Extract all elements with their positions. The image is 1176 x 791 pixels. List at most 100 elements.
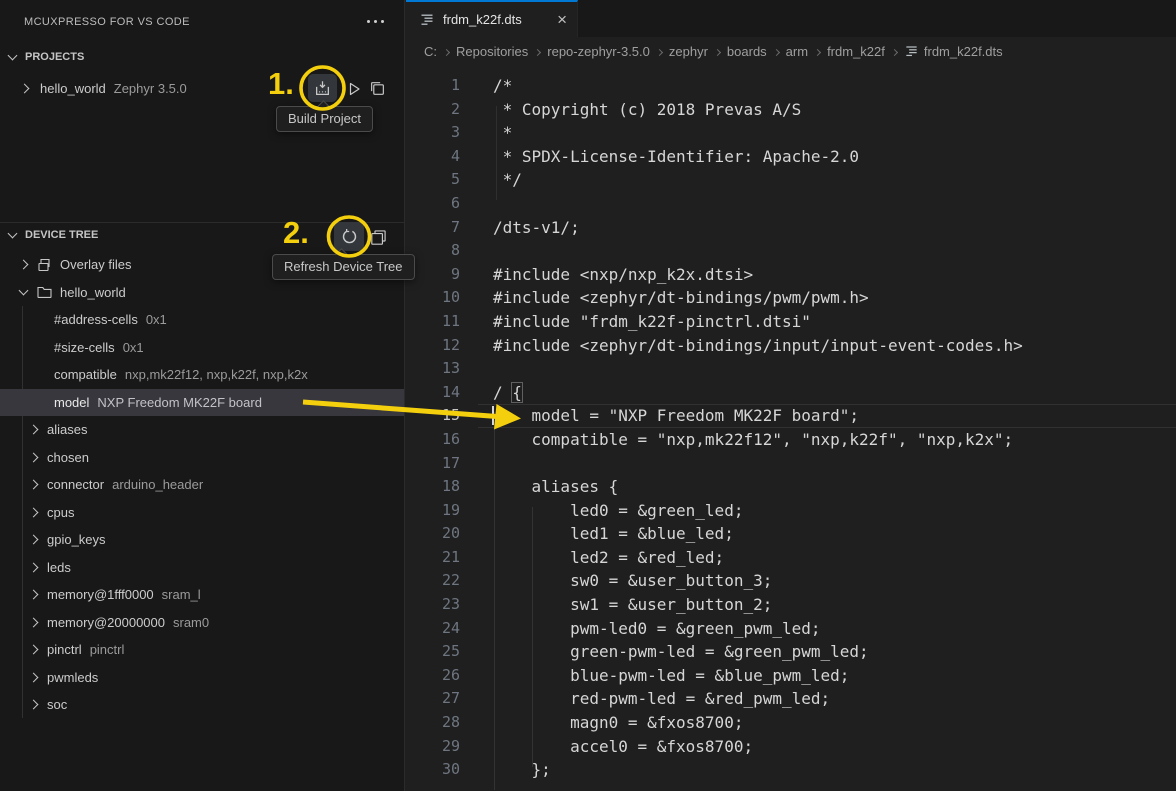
code-line-13[interactable]: 13: [406, 357, 1176, 381]
refresh-device-tree-tooltip: Refresh Device Tree: [272, 254, 415, 280]
chevron-right-icon[interactable]: [19, 260, 29, 270]
line-number: 7: [406, 216, 478, 240]
code-line-28[interactable]: 28 magn0 = &fxos8700;: [406, 711, 1176, 735]
project-item-hello-world[interactable]: hello_world Zephyr 3.5.0: [0, 74, 404, 102]
code-text: /dts-v1/;: [478, 216, 580, 240]
code-line-17[interactable]: 17: [406, 452, 1176, 476]
tree-item-memory-1fff0000[interactable]: memory@1fff0000sram_l: [0, 581, 404, 609]
code-line-11[interactable]: 11#include "frdm_k22f-pinctrl.dtsi": [406, 310, 1176, 334]
breadcrumb-item-label: frdm_k22f: [827, 44, 885, 59]
code-line-30[interactable]: 30 };: [406, 758, 1176, 782]
chevron-right-icon[interactable]: [29, 562, 39, 572]
breadcrumb-item[interactable]: arm: [786, 44, 808, 59]
more-actions-icon[interactable]: [367, 20, 384, 23]
tree-item-cpus[interactable]: cpus: [0, 499, 404, 527]
tree-item-description: 0x1: [123, 340, 144, 355]
tree-item-hello-world[interactable]: hello_world: [0, 279, 404, 307]
code-line-8[interactable]: 8: [406, 239, 1176, 263]
breadcrumb-separator-icon: [814, 48, 821, 55]
code-text: [478, 192, 493, 216]
tree-item-pwmleds[interactable]: pwmleds: [0, 664, 404, 692]
code-line-4[interactable]: 4 * SPDX-License-Identifier: Apache-2.0: [406, 145, 1176, 169]
close-icon[interactable]: ×: [557, 13, 567, 27]
code-line-10[interactable]: 10#include <zephyr/dt-bindings/pwm/pwm.h…: [406, 286, 1176, 310]
chevron-right-icon[interactable]: [29, 507, 39, 517]
chevron-right-icon[interactable]: [29, 535, 39, 545]
line-number: 19: [406, 499, 478, 523]
code-line-18[interactable]: 18 aliases {: [406, 475, 1176, 499]
tree-item-connector[interactable]: connectorarduino_header: [0, 471, 404, 499]
projects-section-header[interactable]: PROJECTS: [0, 46, 404, 68]
code-line-3[interactable]: 3 *: [406, 121, 1176, 145]
code-line-20[interactable]: 20 led1 = &blue_led;: [406, 522, 1176, 546]
code-text: model = "NXP Freedom MK22F board";: [478, 404, 859, 428]
chevron-right-icon[interactable]: [29, 672, 39, 682]
chevron-down-icon[interactable]: [8, 229, 18, 239]
code-line-24[interactable]: 24 pwm-led0 = &green_pwm_led;: [406, 617, 1176, 641]
tree-item-soc[interactable]: soc: [0, 691, 404, 719]
breadcrumb-item[interactable]: frdm_k22f.dts: [904, 44, 1003, 59]
line-number: 26: [406, 664, 478, 688]
code-line-25[interactable]: 25 green-pwm-led = &green_pwm_led;: [406, 640, 1176, 664]
code-line-16[interactable]: 16 compatible = "nxp,mk22f12", "nxp,k22f…: [406, 428, 1176, 452]
code-line-2[interactable]: 2 * Copyright (c) 2018 Prevas A/S: [406, 98, 1176, 122]
code-line-27[interactable]: 27 red-pwm-led = &red_pwm_led;: [406, 687, 1176, 711]
run-project-button[interactable]: [345, 80, 362, 97]
code-line-6[interactable]: 6: [406, 192, 1176, 216]
chevron-right-icon[interactable]: [29, 617, 39, 627]
line-number: 9: [406, 263, 478, 287]
open-window-button[interactable]: [369, 228, 387, 246]
copy-button[interactable]: [368, 79, 386, 97]
tree-item-aliases[interactable]: aliases: [0, 416, 404, 444]
code-line-9[interactable]: 9#include <nxp/nxp_k2x.dtsi>: [406, 263, 1176, 287]
code-line-15[interactable]: 15 model = "NXP Freedom MK22F board";: [406, 404, 1176, 428]
dts-file-icon: [904, 44, 919, 59]
code-line-22[interactable]: 22 sw0 = &user_button_3;: [406, 569, 1176, 593]
code-line-21[interactable]: 21 led2 = &red_led;: [406, 546, 1176, 570]
restore-window-icon: [370, 229, 387, 246]
code-line-5[interactable]: 5 */: [406, 168, 1176, 192]
code-line-1[interactable]: 1/*: [406, 74, 1176, 98]
tree-item-compatible[interactable]: compatiblenxp,mk22f12, nxp,k22f, nxp,k2x: [0, 361, 404, 389]
tree-item-leds[interactable]: leds: [0, 554, 404, 582]
tree-item-model[interactable]: modelNXP Freedom MK22F board: [0, 389, 404, 417]
chevron-right-icon[interactable]: [20, 83, 30, 93]
line-number: 28: [406, 711, 478, 735]
code-line-29[interactable]: 29 accel0 = &fxos8700;: [406, 735, 1176, 759]
tree-item-memory-20000000[interactable]: memory@20000000sram0: [0, 609, 404, 637]
editor-group: frdm_k22f.dts × C: Repositories repo-zephy…: [406, 0, 1176, 791]
chevron-right-icon[interactable]: [29, 452, 39, 462]
refresh-device-tree-button[interactable]: [334, 222, 364, 251]
code-line-14[interactable]: 14/ {: [406, 381, 1176, 405]
code-line-26[interactable]: 26 blue-pwm-led = &blue_pwm_led;: [406, 664, 1176, 688]
line-number: 25: [406, 640, 478, 664]
chevron-right-icon[interactable]: [29, 700, 39, 710]
breadcrumb-item[interactable]: boards: [727, 44, 767, 59]
chevron-right-icon[interactable]: [29, 480, 39, 490]
breadcrumb-item[interactable]: repo-zephyr-3.5.0: [547, 44, 650, 59]
code-line-12[interactable]: 12#include <zephyr/dt-bindings/input/inp…: [406, 334, 1176, 358]
breadcrumb-item[interactable]: Repositories: [456, 44, 528, 59]
tree-item--size-cells[interactable]: #size-cells 0x1: [0, 334, 404, 362]
chevron-right-icon[interactable]: [29, 425, 39, 435]
tree-item-pinctrl[interactable]: pinctrlpinctrl: [0, 636, 404, 664]
code-editor[interactable]: 1/*2 * Copyright (c) 2018 Prevas A/S3 *4…: [406, 66, 1176, 791]
code-line-19[interactable]: 19 led0 = &green_led;: [406, 499, 1176, 523]
chevron-down-icon[interactable]: [8, 51, 18, 61]
tree-item-description: arduino_header: [112, 477, 203, 492]
tab-frdm-k22f-dts[interactable]: frdm_k22f.dts ×: [406, 0, 578, 37]
build-project-button[interactable]: [308, 74, 337, 102]
tree-item-gpio-keys[interactable]: gpio_keys: [0, 526, 404, 554]
code-line-23[interactable]: 23 sw1 = &user_button_2;: [406, 593, 1176, 617]
tree-item--address-cells[interactable]: #address-cells0x1: [0, 306, 404, 334]
tree-item-label: #size-cells: [54, 340, 115, 355]
tree-item-chosen[interactable]: chosen: [0, 444, 404, 472]
code-line-7[interactable]: 7/dts-v1/;: [406, 216, 1176, 240]
chevron-right-icon[interactable]: [29, 645, 39, 655]
chevron-down-icon[interactable]: [19, 286, 29, 296]
breadcrumb-item[interactable]: zephyr: [669, 44, 708, 59]
chevron-right-icon[interactable]: [29, 590, 39, 600]
breadcrumb-item[interactable]: C:: [424, 44, 437, 59]
breadcrumb-item[interactable]: frdm_k22f: [827, 44, 885, 59]
tree-item-label: compatible: [54, 367, 117, 382]
